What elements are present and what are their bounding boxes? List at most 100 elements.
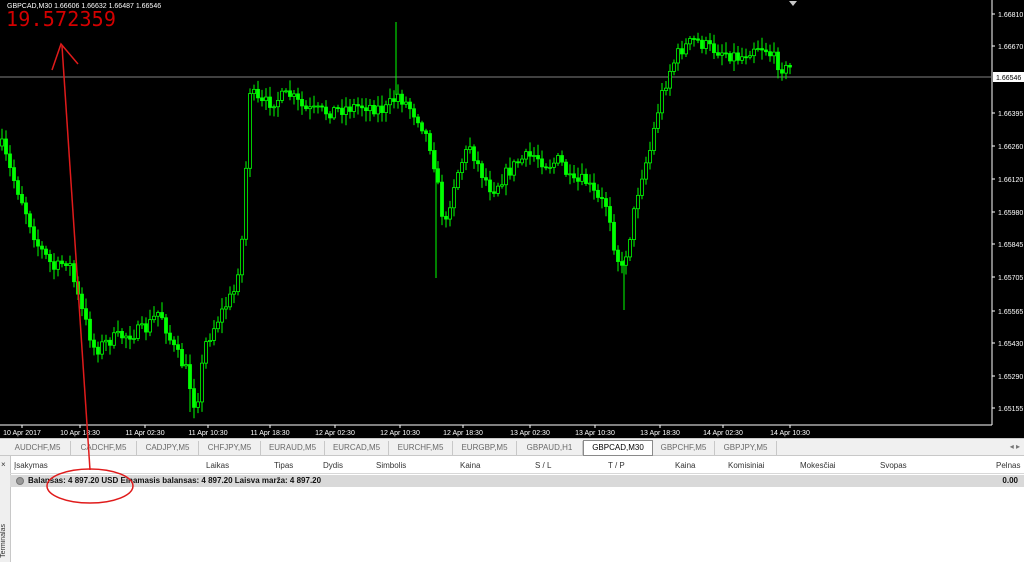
tabs-scroll-arrows-icon[interactable]: ◂ ▸ [1010, 442, 1020, 451]
candle-body [436, 168, 440, 183]
tab-gbpcad-m30[interactable]: GBPCAD,M30 [583, 440, 653, 456]
tab-cadjpy-m5[interactable]: CADJPY,M5 [137, 441, 199, 455]
candle-body [580, 173, 584, 182]
tab-euraud-m5[interactable]: EURAUD,M5 [261, 441, 325, 455]
candle-body [144, 323, 148, 333]
candle-body [104, 339, 108, 343]
column-header[interactable]: Pelnas [996, 461, 1020, 470]
candle-body [636, 194, 640, 210]
time-tick-label: 13 Apr 10:30 [575, 430, 615, 437]
candle-body [696, 38, 700, 41]
candle-body [656, 112, 660, 129]
terminal-panel: × Terminalas Įsakymas Laikas Tipas Dydis Sim… [0, 456, 1024, 562]
candle-body [532, 155, 536, 157]
price-tick-label: 1.66395 [998, 111, 1023, 118]
candle-body [692, 38, 696, 40]
candle-body [392, 98, 396, 102]
candle-body [212, 328, 216, 341]
candle-body [120, 331, 124, 339]
candle-body [724, 52, 728, 55]
column-header[interactable]: Įsakymas [14, 461, 48, 470]
candle-body [272, 106, 276, 109]
candle-body [448, 207, 452, 220]
time-tick-label: 11 Apr 10:30 [188, 430, 227, 437]
tab-eurgbp-m5[interactable]: EURGBP,M5 [453, 441, 517, 455]
tab-gbpaud-h1[interactable]: GBPAUD,H1 [517, 441, 583, 455]
balance-status-icon [16, 477, 24, 485]
candle-body [776, 51, 780, 71]
column-header[interactable]: Tipas [274, 461, 293, 470]
candle-body [228, 293, 232, 308]
candle-body [252, 88, 256, 95]
candle-body [424, 130, 428, 134]
tab-eurcad-m5[interactable]: EURCAD,M5 [325, 441, 389, 455]
candle-body [152, 315, 156, 321]
candle-body [608, 206, 612, 223]
candle-body [156, 312, 160, 317]
candle-body [456, 172, 460, 189]
candle-body [256, 88, 260, 99]
candle-body [632, 208, 636, 241]
candles-group [0, 22, 792, 419]
tab-eurchf-m5[interactable]: EURCHF,M5 [389, 441, 453, 455]
tab-chfjpy-m5[interactable]: CHFJPY,M5 [199, 441, 261, 455]
candle-body [328, 113, 332, 119]
candle-body [700, 39, 704, 49]
column-header[interactable]: Simbolis [376, 461, 406, 470]
candle-body [752, 48, 756, 57]
column-header[interactable]: Mokesčiai [800, 461, 836, 470]
candle-body [268, 96, 272, 108]
price-chart[interactable]: 1.66810 1.66670 1.66395 1.66260 1.66120 1.659… [0, 0, 1024, 438]
tab-gbpjpy-m5[interactable]: GBPJPY,M5 [715, 441, 777, 455]
column-header[interactable]: Dydis [323, 461, 343, 470]
candle-body [4, 138, 8, 155]
candle-body [164, 317, 168, 334]
balance-summary: Balansas: 4 897.20 USD Einamasis balansa… [28, 476, 322, 485]
candle-body [96, 346, 100, 355]
price-tick-label: 1.65430 [998, 341, 1023, 348]
terminal-side-label: Terminalas [0, 524, 7, 558]
candle-body [124, 335, 128, 339]
column-header[interactable]: Svopas [880, 461, 907, 470]
candle-body [232, 291, 236, 295]
price-tick-label: 1.65845 [998, 242, 1023, 249]
chart-tabs-bar: AUDCHF,M5 CADCHF,M5 CADJPY,M5 CHFJPY,M5 EURA… [0, 438, 1024, 456]
chart-canvas[interactable]: 1.66810 1.66670 1.66395 1.66260 1.66120 1.659… [0, 0, 1024, 438]
candle-body [396, 93, 400, 102]
candle-body [280, 90, 284, 101]
candle-body [196, 401, 200, 408]
candle-body [748, 55, 752, 58]
candle-body [56, 260, 60, 270]
candle-body [184, 364, 188, 367]
candle-body [640, 178, 644, 196]
candle-body [528, 151, 532, 157]
candle-body [192, 388, 196, 408]
candle-body [208, 340, 212, 342]
column-header[interactable]: T / P [608, 461, 625, 470]
tab-audchf-m5[interactable]: AUDCHF,M5 [5, 441, 71, 455]
candle-body [760, 48, 764, 51]
candle-body [372, 104, 376, 115]
tab-cadchf-m5[interactable]: CADCHF,M5 [71, 441, 137, 455]
candle-body [740, 56, 744, 61]
candle-body [132, 338, 136, 340]
candle-body [664, 87, 668, 91]
tab-gbpchf-m5[interactable]: GBPCHF,M5 [653, 441, 715, 455]
balance-row[interactable]: Balansas: 4 897.20 USD Einamasis balansa… [10, 475, 1024, 487]
candle-body [0, 138, 4, 147]
column-header[interactable]: Kaina [460, 461, 480, 470]
column-header[interactable]: Kaina [675, 461, 695, 470]
candle-body [136, 324, 140, 339]
chart-shift-marker-icon[interactable] [789, 1, 797, 6]
column-header[interactable]: S / L [535, 461, 551, 470]
close-icon[interactable]: × [1, 460, 6, 469]
candle-body [172, 339, 176, 346]
column-header[interactable]: Komisiniai [728, 461, 764, 470]
candle-body [216, 321, 220, 330]
candle-body [560, 155, 564, 163]
candle-body [24, 202, 28, 215]
candle-body [40, 245, 44, 250]
candle-body [764, 49, 768, 53]
candle-body [596, 189, 600, 198]
column-header[interactable]: Laikas [206, 461, 229, 470]
